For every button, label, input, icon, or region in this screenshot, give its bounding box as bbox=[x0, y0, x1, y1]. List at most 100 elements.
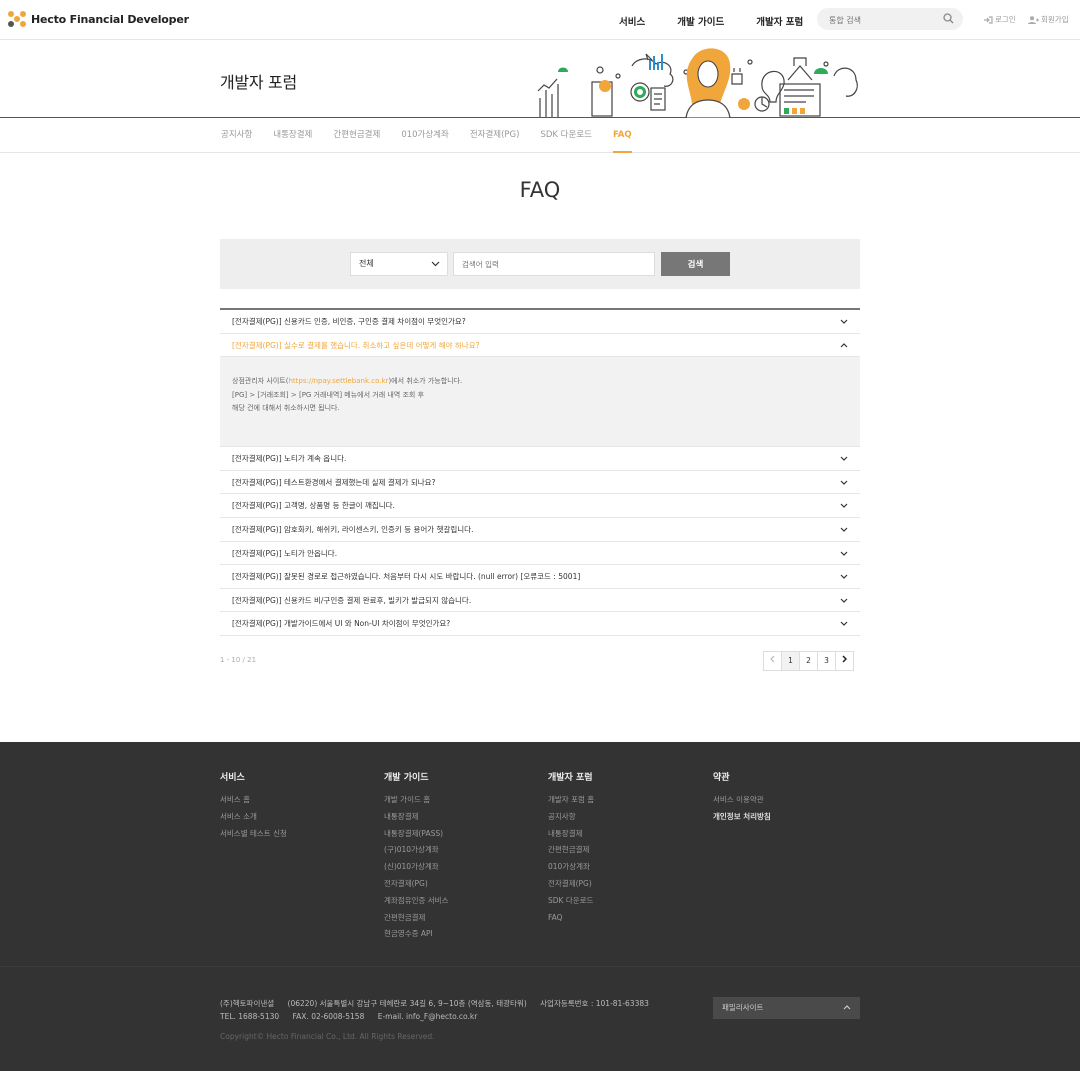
footer-link[interactable]: 공지사항 bbox=[548, 809, 594, 826]
signup-link[interactable]: 회원가입 bbox=[1028, 14, 1069, 25]
footer-link[interactable]: 서비스 소개 bbox=[220, 809, 287, 826]
faq-question: [전자결제(PG)] 잘못된 경로로 접근하였습니다. 처음부터 다시 시도 바… bbox=[232, 572, 581, 582]
faq-list: [전자결제(PG)] 신용카드 인증, 비인증, 구인증 결제 차이점이 무엇인… bbox=[220, 308, 860, 636]
tab-my-account-payment[interactable]: 내통장결제 bbox=[273, 118, 312, 153]
footer-link[interactable]: 내통장결제 bbox=[548, 826, 594, 843]
logo[interactable]: Hecto Financial Developer bbox=[8, 11, 189, 27]
footer-link[interactable]: 계좌점유인증 서비스 bbox=[384, 893, 448, 910]
footer-column-service: 서비스 서비스 홈 서비스 소개 서비스별 테스트 신청 bbox=[220, 770, 287, 842]
footer-link[interactable]: 전자결제(PG) bbox=[548, 876, 594, 893]
faq-item[interactable]: [전자결제(PG)] 노티가 안옵니다. bbox=[220, 542, 860, 566]
tab-easy-cash-payment[interactable]: 간편현금결제 bbox=[333, 118, 380, 153]
page-button-1[interactable]: 1 bbox=[781, 651, 800, 671]
category-select[interactable]: 전체 bbox=[350, 252, 448, 276]
faq-item[interactable]: [전자결제(PG)] 테스트환경에서 결제했는데 실제 결제가 되나요? bbox=[220, 471, 860, 495]
prev-page-button[interactable] bbox=[763, 651, 782, 671]
faq-item[interactable]: [전자결제(PG)] 신용카드 비/구인증 결제 완료후, 빌키가 발급되지 않… bbox=[220, 589, 860, 613]
chevron-down-icon bbox=[840, 319, 848, 324]
footer-link[interactable]: 서비스 이용약관 bbox=[713, 792, 771, 809]
faq-item[interactable]: [전자결제(PG)] 노티가 계속 옵니다. bbox=[220, 447, 860, 471]
footer-link[interactable]: (구)010가상계좌 bbox=[384, 842, 448, 859]
search-button[interactable]: 검색 bbox=[661, 252, 730, 276]
footer-link[interactable]: 전자결제(PG) bbox=[384, 876, 448, 893]
page-title: FAQ bbox=[519, 178, 561, 202]
login-link[interactable]: 로그인 bbox=[984, 14, 1016, 25]
footer-column-title: 약관 bbox=[713, 773, 730, 783]
chevron-down-icon bbox=[840, 621, 848, 627]
footer-link[interactable]: FAQ bbox=[548, 910, 594, 927]
footer-link[interactable]: 현금영수증 API bbox=[384, 926, 448, 943]
chevron-down-icon bbox=[431, 261, 440, 267]
search-icon[interactable] bbox=[943, 13, 954, 24]
logo-mark-icon bbox=[8, 11, 26, 27]
footer-link[interactable]: 간편현금결제 bbox=[384, 910, 448, 927]
nav-dev-guide[interactable]: 개발 가이드 bbox=[677, 14, 724, 28]
footer-column-dev-forum: 개발자 포럼 개발자 포럼 홈 공지사항 내통장결제 간편현금결제 010가상계… bbox=[548, 770, 594, 926]
tab-010-virtual-account[interactable]: 010가상계좌 bbox=[401, 118, 449, 153]
tab-pg-payment[interactable]: 전자결제(PG) bbox=[470, 118, 520, 153]
footer-link[interactable]: 내통장결제(PASS) bbox=[384, 826, 448, 843]
chevron-up-icon bbox=[840, 342, 848, 348]
faq-item[interactable]: [전자결제(PG)] 고객명, 상품명 등 한글이 깨집니다. bbox=[220, 494, 860, 518]
family-site-select[interactable]: 패밀리사이트 bbox=[713, 997, 860, 1019]
page-hero: 개발자 포럼 bbox=[0, 40, 1080, 118]
pagination: 1 2 3 bbox=[763, 651, 854, 671]
copyright: Copyright© Hecto Financial Co., Ltd. All… bbox=[220, 1032, 435, 1041]
footer-link-privacy[interactable]: 개인정보 처리방침 bbox=[713, 809, 771, 826]
page-button-2[interactable]: 2 bbox=[799, 651, 818, 671]
footer-column-title: 서비스 bbox=[220, 773, 245, 783]
nav-service[interactable]: 서비스 bbox=[619, 14, 645, 28]
faq-question: [전자결제(PG)] 개발가이드에서 UI 와 Non-UI 차이점이 무엇인가… bbox=[232, 619, 451, 629]
chevron-down-icon bbox=[840, 503, 848, 509]
footer-link[interactable]: 서비스 홈 bbox=[220, 792, 287, 809]
faq-answer: 상점관리자 사이트(https://npay.settlebank.co.kr)… bbox=[220, 357, 860, 448]
nav-dev-forum[interactable]: 개발자 포럼 bbox=[756, 14, 803, 28]
chevron-down-icon bbox=[840, 527, 848, 532]
faq-item[interactable]: [전자결제(PG)] 개발가이드에서 UI 와 Non-UI 차이점이 무엇인가… bbox=[220, 612, 860, 636]
faq-question: [전자결제(PG)] 실수로 결제를 했습니다. 취소하고 싶은데 어떻게 해야… bbox=[232, 340, 480, 350]
footer-link[interactable]: 서비스별 테스트 신청 bbox=[220, 826, 287, 843]
faq-item-open[interactable]: [전자결제(PG)] 실수로 결제를 했습니다. 취소하고 싶은데 어떻게 해야… bbox=[220, 334, 860, 358]
family-site-label: 패밀리사이트 bbox=[722, 1003, 764, 1012]
faq-item[interactable]: [전자결제(PG)] 신용카드 인증, 비인증, 구인증 결제 차이점이 무엇인… bbox=[220, 310, 860, 334]
page-button-3[interactable]: 3 bbox=[817, 651, 836, 671]
faq-question: [전자결제(PG)] 노티가 계속 옵니다. bbox=[232, 454, 347, 464]
chevron-down-icon bbox=[840, 574, 848, 580]
main-nav: 서비스 개발 가이드 개발자 포럼 bbox=[619, 14, 835, 28]
footer-link[interactable]: 010가상계좌 bbox=[548, 859, 594, 876]
chevron-right-icon bbox=[842, 655, 848, 663]
footer-link[interactable]: 내통장결제 bbox=[384, 809, 448, 826]
footer-link[interactable]: 개발 가이드 홈 bbox=[384, 792, 448, 809]
company-name: (주)헥토파이낸셜 bbox=[220, 999, 275, 1008]
footer-column-title: 개발 가이드 bbox=[384, 773, 429, 783]
chevron-up-icon bbox=[843, 1005, 851, 1010]
chevron-left-icon bbox=[770, 655, 775, 663]
result-count: 1 - 10 / 21 bbox=[220, 656, 257, 664]
business-number: 사업자등록번호 : 101-81-63383 bbox=[540, 999, 649, 1008]
answer-line-3: 해당 건에 대해서 취소하시면 됩니다. bbox=[232, 404, 340, 413]
hero-illustration bbox=[537, 48, 858, 118]
footer-link[interactable]: SDK 다운로드 bbox=[548, 893, 594, 910]
admin-site-link[interactable]: https://npay.settlebank.co.kr bbox=[288, 377, 388, 385]
footer-link[interactable]: (신)010가상계좌 bbox=[384, 859, 448, 876]
keyword-input[interactable] bbox=[453, 252, 655, 276]
faq-question: [전자결제(PG)] 노티가 안옵니다. bbox=[232, 548, 338, 558]
next-page-button[interactable] bbox=[835, 651, 854, 671]
tab-faq[interactable]: FAQ bbox=[612, 118, 632, 153]
tab-notice[interactable]: 공지사항 bbox=[221, 118, 252, 153]
company-email: E-mail. info_F@hecto.co.kr bbox=[377, 1012, 478, 1021]
site-footer: 서비스 서비스 홈 서비스 소개 서비스별 테스트 신청 개발 가이드 개발 가… bbox=[0, 742, 1080, 1071]
footer-divider bbox=[0, 966, 1080, 967]
hero-title: 개발자 포럼 bbox=[220, 73, 297, 92]
tab-sdk-download[interactable]: SDK 다운로드 bbox=[540, 118, 592, 153]
footer-link[interactable]: 개발자 포럼 홈 bbox=[548, 792, 594, 809]
global-search bbox=[817, 8, 963, 32]
footer-column-title: 개발자 포럼 bbox=[548, 773, 593, 783]
faq-question: [전자결제(PG)] 테스트환경에서 결제했는데 실제 결제가 되나요? bbox=[232, 477, 436, 487]
footer-link[interactable]: 간편현금결제 bbox=[548, 842, 594, 859]
faq-item[interactable]: [전자결제(PG)] 잘못된 경로로 접근하였습니다. 처음부터 다시 시도 바… bbox=[220, 565, 860, 589]
company-tel: TEL. 1688-5130 bbox=[220, 1012, 280, 1021]
chevron-down-icon bbox=[840, 551, 848, 556]
faq-item[interactable]: [전자결제(PG)] 암호화키, 해쉬키, 라이센스키, 인증키 등 용어가 헷… bbox=[220, 518, 860, 542]
global-search-input[interactable] bbox=[817, 9, 937, 32]
